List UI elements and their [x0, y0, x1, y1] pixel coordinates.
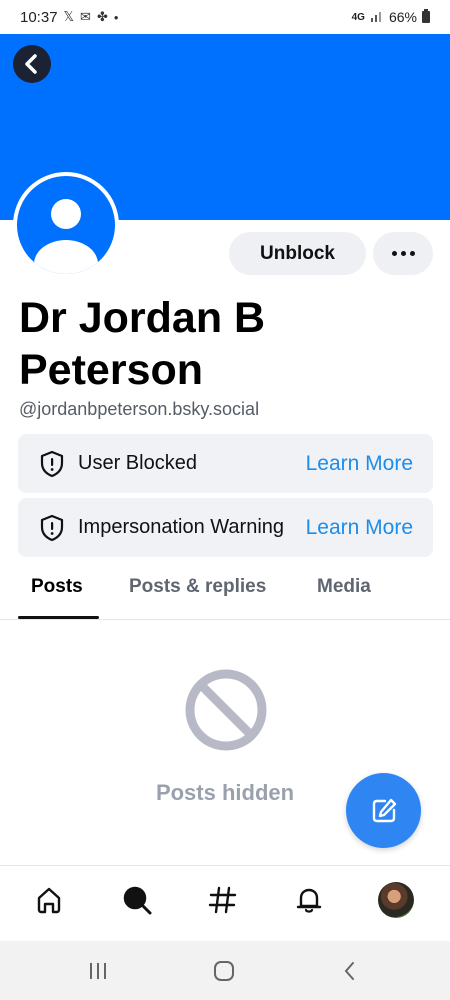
bottom-navigation — [0, 865, 450, 941]
status-right: 4G 66% — [352, 9, 430, 25]
profile-handle: @jordanbpeterson.bsky.social — [19, 399, 260, 419]
default-avatar-icon — [34, 199, 98, 274]
avatar[interactable] — [13, 172, 119, 278]
nav-notifications[interactable] — [289, 880, 329, 920]
no-entry-icon — [184, 668, 268, 752]
nav-search[interactable] — [117, 880, 157, 920]
status-time: 10:37 — [20, 8, 58, 26]
ellipsis-dot — [409, 251, 415, 256]
nav-profile[interactable] — [376, 880, 416, 920]
active-tab-indicator — [18, 616, 99, 619]
unblock-button[interactable]: Unblock — [229, 232, 366, 275]
tab-media[interactable]: Media — [317, 576, 371, 598]
more-options-button[interactable] — [373, 232, 433, 275]
status-left: 10:37 𝕏 ✉ ✤ • — [20, 9, 118, 26]
signal-icon — [370, 10, 384, 25]
ellipsis-dot — [400, 251, 406, 256]
shield-alert-icon — [38, 450, 66, 478]
compose-icon — [372, 798, 396, 822]
tab-posts[interactable]: Posts — [31, 576, 83, 598]
notification-app-icon: ✉ — [80, 9, 91, 24]
bell-icon — [296, 888, 322, 913]
x-app-icon: 𝕏 — [63, 9, 75, 24]
more-notifications-icon: • — [113, 9, 119, 25]
chevron-left-icon — [25, 54, 37, 74]
recents-icon — [90, 963, 106, 979]
avatar-icon — [378, 882, 414, 918]
ellipsis-icon — [391, 251, 397, 256]
learn-more-link[interactable]: Learn More — [306, 516, 413, 540]
impersonation-warning-alert: Impersonation Warning Learn More — [18, 498, 433, 557]
alert-label: Impersonation Warning — [78, 516, 285, 538]
battery-icon — [422, 9, 430, 23]
back-chevron-icon — [344, 962, 354, 980]
recent-apps-button[interactable] — [83, 956, 113, 986]
user-blocked-alert: User Blocked Learn More — [18, 434, 433, 493]
system-navigation-bar — [0, 941, 450, 1000]
status-bar: 10:37 𝕏 ✉ ✤ • 4G 66% — [0, 0, 450, 34]
battery-percentage: 66% — [388, 9, 417, 25]
network-type: 4G — [351, 11, 365, 23]
profile-tabs: Posts Posts & replies Media — [0, 568, 450, 620]
system-home-button[interactable] — [209, 956, 239, 986]
nav-home[interactable] — [29, 880, 69, 920]
compose-button[interactable] — [346, 773, 421, 848]
pinwheel-app-icon: ✤ — [96, 9, 108, 24]
shield-alert-icon — [38, 514, 66, 542]
display-name: Dr Jordan B Peterson — [19, 294, 266, 394]
nav-feeds[interactable] — [203, 880, 243, 920]
home-icon — [37, 887, 61, 914]
back-button[interactable] — [13, 45, 51, 83]
alert-label: User Blocked — [78, 452, 197, 474]
search-icon — [123, 886, 152, 915]
hashtag-icon — [208, 886, 237, 914]
learn-more-link[interactable]: Learn More — [306, 452, 413, 476]
tab-posts-and-replies[interactable]: Posts & replies — [129, 576, 266, 598]
home-square-icon — [214, 961, 234, 981]
system-back-button[interactable] — [335, 956, 365, 986]
